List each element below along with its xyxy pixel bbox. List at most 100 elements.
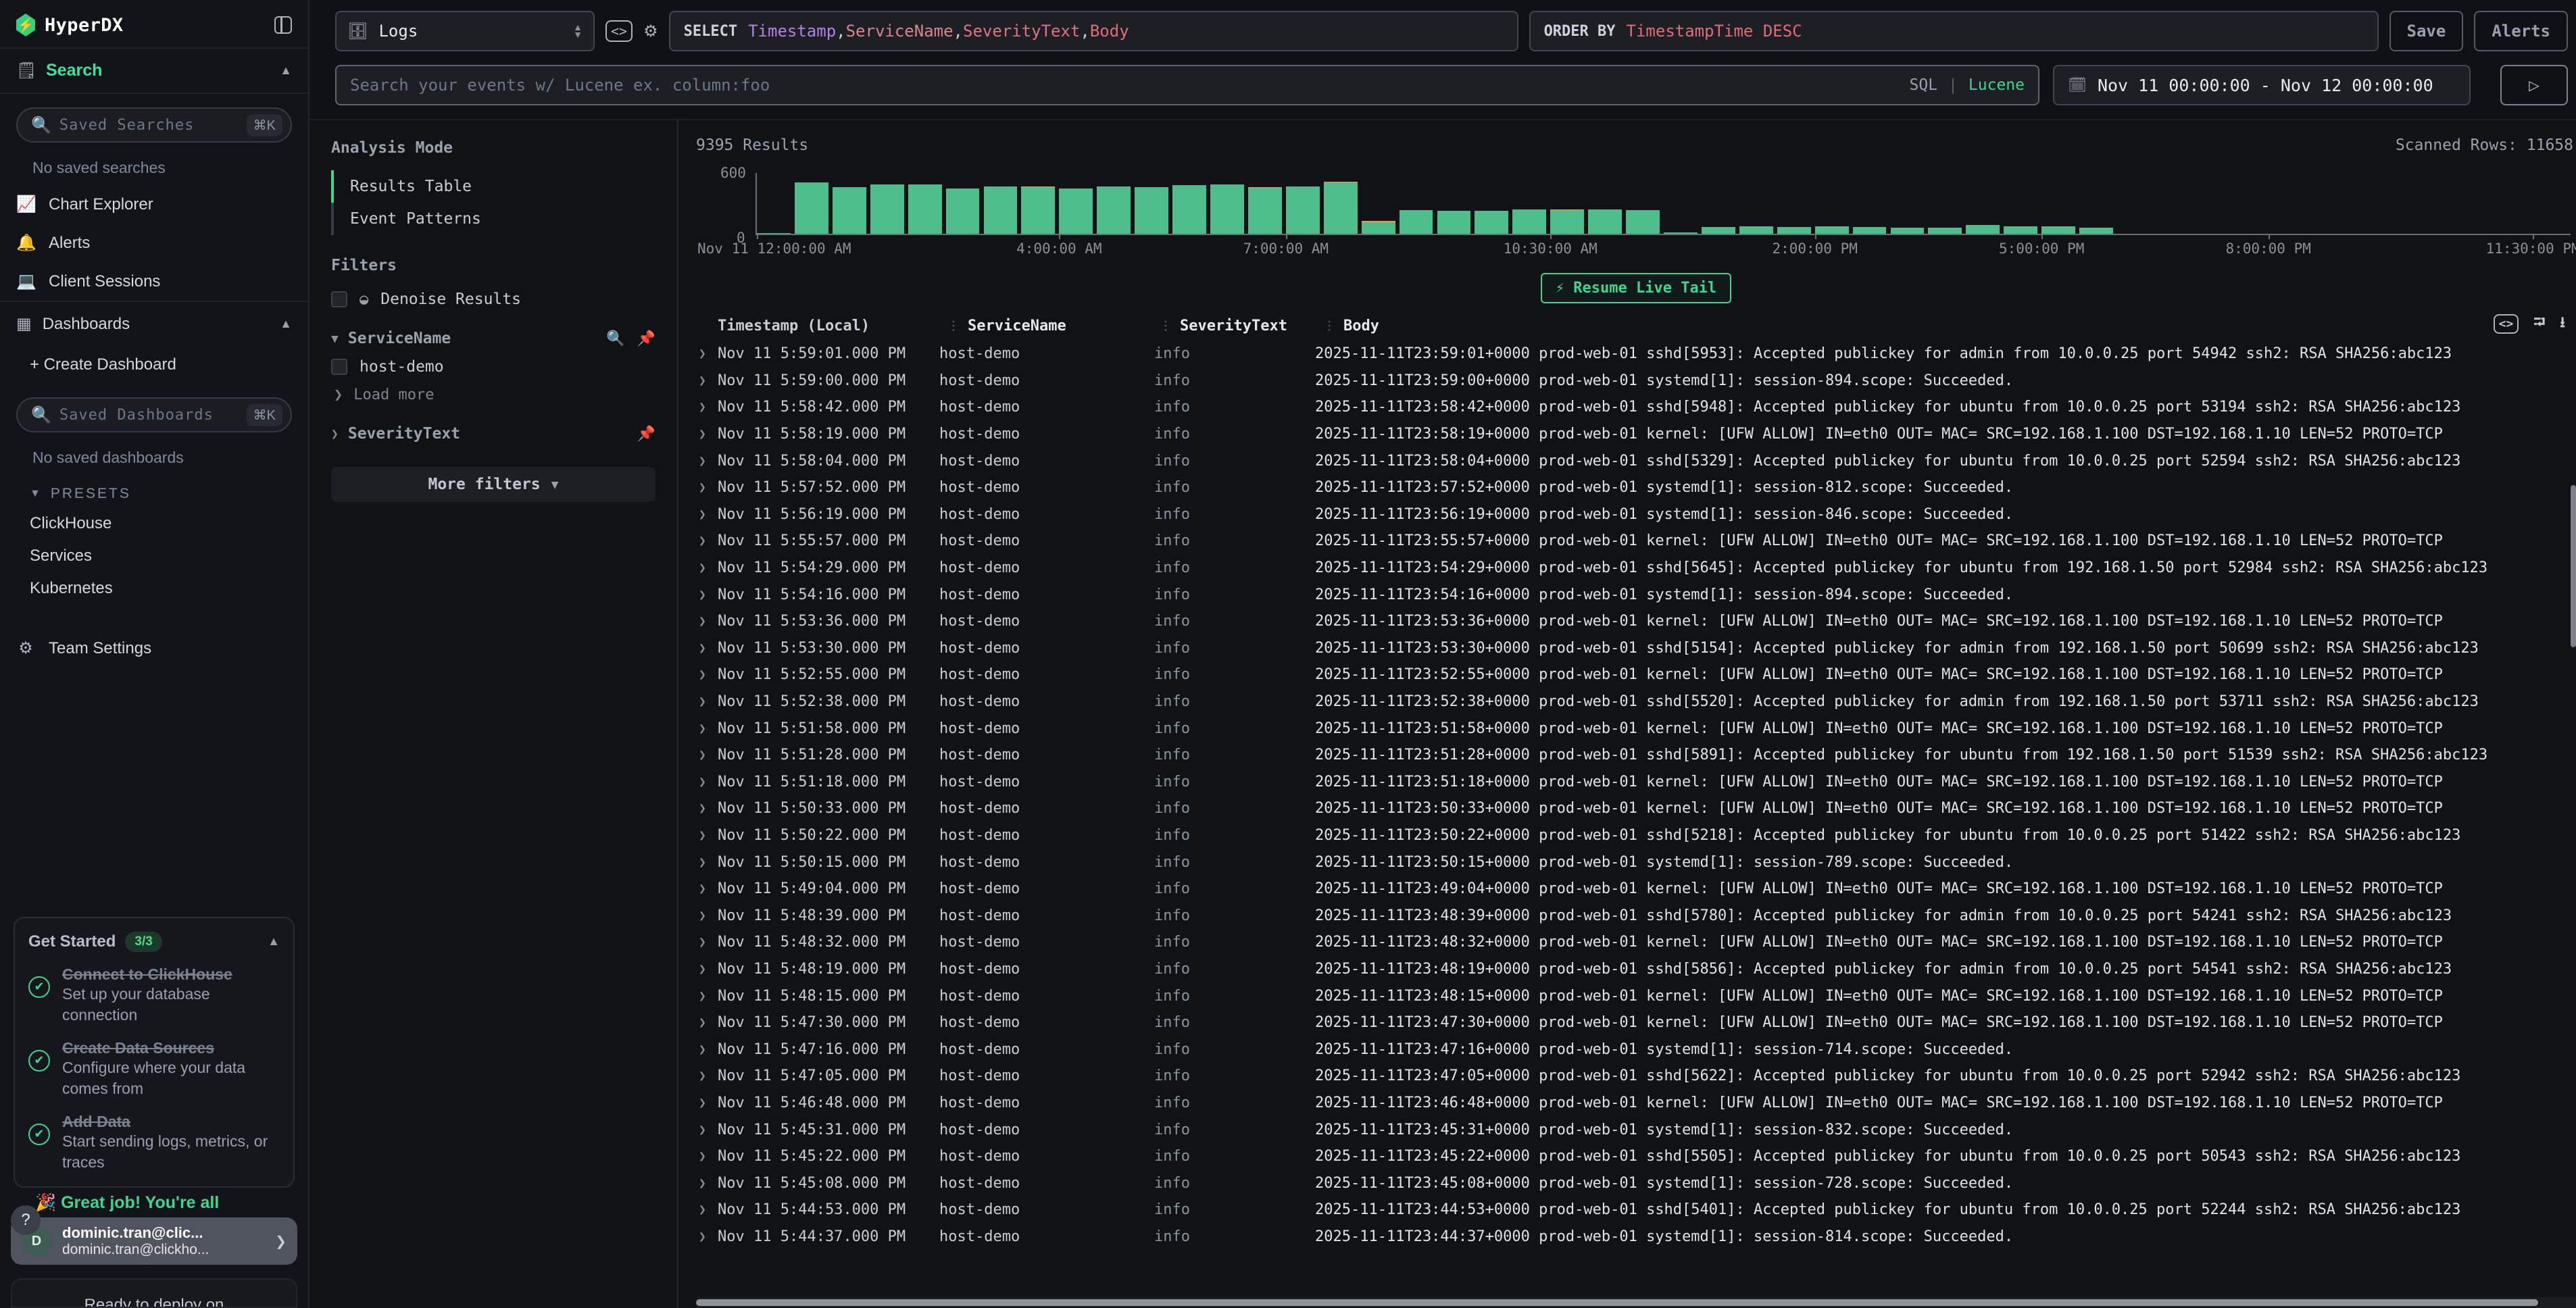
- load-more-button[interactable]: ❯ Load more: [334, 386, 655, 403]
- sidebar-item-search[interactable]: 🗒 Search ▲: [0, 47, 308, 94]
- row-expand-icon[interactable]: ❯: [696, 882, 718, 896]
- histogram-bar[interactable]: [2079, 228, 2113, 234]
- scrollbar-thumb[interactable]: [696, 1299, 2538, 1306]
- table-row[interactable]: ❯Nov 11 5:47:30.000 PMhost-demoinfo2025-…: [696, 1009, 2576, 1036]
- chevron-up-icon[interactable]: ▲: [280, 64, 292, 78]
- table-row[interactable]: ❯Nov 11 5:46:48.000 PMhost-demoinfo2025-…: [696, 1090, 2576, 1117]
- servicename-filter-group[interactable]: ▼ ServiceName 🔍 📌: [331, 330, 655, 347]
- alerts-button[interactable]: Alerts: [2474, 11, 2568, 51]
- row-expand-icon[interactable]: ❯: [696, 427, 718, 441]
- column-drag-handle[interactable]: ⋮: [1323, 319, 1335, 333]
- sidebar-collapse-icon[interactable]: [274, 16, 292, 34]
- histogram-bar[interactable]: [1248, 188, 1282, 234]
- sidebar-item-chart-explorer[interactable]: 📈 Chart Explorer: [0, 185, 308, 224]
- histogram-bar[interactable]: [1928, 228, 1962, 234]
- histogram-bar[interactable]: [908, 184, 942, 234]
- row-expand-icon[interactable]: ❯: [696, 641, 718, 655]
- histogram-bar[interactable]: [2004, 226, 2037, 234]
- row-expand-icon[interactable]: ❯: [696, 909, 718, 923]
- orderby-input[interactable]: ORDER BY TimestampTime DESC: [1529, 11, 2379, 51]
- row-expand-icon[interactable]: ❯: [696, 454, 718, 468]
- sidebar-item-team-settings[interactable]: ⚙ Team Settings: [0, 629, 308, 668]
- filter-checkbox[interactable]: [331, 359, 347, 375]
- analysis-mode-event-patterns[interactable]: Event Patterns: [331, 203, 655, 235]
- get-started-item[interactable]: ✔Create Data SourcesConfigure where your…: [28, 1039, 280, 1099]
- table-row[interactable]: ❯Nov 11 5:45:22.000 PMhost-demoinfo2025-…: [696, 1143, 2576, 1170]
- col-header-servicename[interactable]: ServiceName: [968, 318, 1151, 334]
- histogram-bar[interactable]: [1702, 227, 1735, 234]
- row-expand-icon[interactable]: ❯: [696, 561, 718, 575]
- row-expand-icon[interactable]: ❯: [696, 1149, 718, 1163]
- histogram-bar[interactable]: [1777, 227, 1811, 234]
- column-drag-handle[interactable]: ⋮: [1160, 319, 1172, 333]
- histogram-bar[interactable]: [870, 184, 904, 234]
- histogram-bar[interactable]: [1966, 225, 2000, 234]
- source-select[interactable]: 🗄 Logs ▲▼: [335, 11, 595, 51]
- histogram-bar[interactable]: [1021, 187, 1055, 234]
- preset-item-clickhouse[interactable]: ClickHouse: [0, 507, 308, 540]
- histogram-bar[interactable]: [1626, 210, 1660, 234]
- table-row[interactable]: ❯Nov 11 5:58:42.000 PMhost-demoinfo2025-…: [696, 394, 2576, 421]
- table-row[interactable]: ❯Nov 11 5:44:53.000 PMhost-demoinfo2025-…: [696, 1197, 2576, 1224]
- row-expand-icon[interactable]: ❯: [696, 935, 718, 949]
- table-row[interactable]: ❯Nov 11 5:55:57.000 PMhost-demoinfo2025-…: [696, 528, 2576, 555]
- row-expand-icon[interactable]: ❯: [696, 400, 718, 414]
- sidebar-item-dashboards[interactable]: ▦ Dashboards ▲: [0, 301, 308, 346]
- sql-editor-icon[interactable]: <>: [605, 20, 633, 42]
- chevron-up-icon[interactable]: ▲: [268, 934, 280, 949]
- row-expand-icon[interactable]: ❯: [696, 722, 718, 736]
- row-expand-icon[interactable]: ❯: [696, 480, 718, 495]
- vertical-scrollbar[interactable]: [2571, 485, 2576, 1294]
- table-row[interactable]: ❯Nov 11 5:44:37.000 PMhost-demoinfo2025-…: [696, 1224, 2576, 1251]
- histogram-bar[interactable]: [2041, 226, 2075, 234]
- histogram-bar[interactable]: [795, 182, 828, 234]
- row-expand-icon[interactable]: ❯: [696, 614, 718, 628]
- create-dashboard-button[interactable]: + Create Dashboard: [0, 346, 308, 384]
- user-menu[interactable]: D dominic.tran@clic... dominic.tran@clic…: [11, 1217, 297, 1265]
- table-row[interactable]: ❯Nov 11 5:54:29.000 PMhost-demoinfo2025-…: [696, 555, 2576, 582]
- table-row[interactable]: ❯Nov 11 5:52:38.000 PMhost-demoinfo2025-…: [696, 688, 2576, 715]
- download-icon[interactable]: ⭳: [2560, 311, 2565, 336]
- histogram-bar[interactable]: [1739, 226, 1773, 234]
- row-expand-icon[interactable]: ❯: [696, 748, 718, 762]
- table-row[interactable]: ❯Nov 11 5:45:08.000 PMhost-demoinfo2025-…: [696, 1169, 2576, 1197]
- histogram-bar[interactable]: [1362, 222, 1395, 234]
- presets-group-header[interactable]: ▼ PRESETS: [0, 475, 308, 507]
- histogram-bar[interactable]: [1324, 182, 1358, 234]
- saved-dashboards-input[interactable]: 🔍 Saved Dashboards ⌘K: [16, 397, 292, 432]
- row-expand-icon[interactable]: ❯: [696, 1096, 718, 1110]
- pin-icon[interactable]: 📌: [637, 426, 655, 443]
- table-row[interactable]: ❯Nov 11 5:48:19.000 PMhost-demoinfo2025-…: [696, 956, 2576, 983]
- more-filters-button[interactable]: More filters ▼: [331, 467, 655, 502]
- histogram-bar[interactable]: [1550, 210, 1584, 234]
- histogram-bar[interactable]: [1588, 209, 1622, 234]
- column-drag-handle[interactable]: ⋮: [947, 319, 960, 333]
- pin-icon[interactable]: 📌: [637, 330, 655, 347]
- table-row[interactable]: ❯Nov 11 5:58:19.000 PMhost-demoinfo2025-…: [696, 421, 2576, 448]
- row-expand-icon[interactable]: ❯: [696, 1069, 718, 1083]
- row-expand-icon[interactable]: ❯: [696, 801, 718, 815]
- table-row[interactable]: ❯Nov 11 5:50:22.000 PMhost-demoinfo2025-…: [696, 822, 2576, 849]
- select-clause-input[interactable]: SELECT Timestamp,ServiceName,SeverityTex…: [669, 11, 1518, 51]
- analysis-mode-results-table[interactable]: Results Table: [331, 170, 655, 203]
- row-expand-icon[interactable]: ❯: [696, 588, 718, 602]
- row-expand-icon[interactable]: ❯: [696, 1015, 718, 1030]
- resume-live-tail-button[interactable]: ⚡ Resume Live Tail: [1541, 273, 1731, 303]
- histogram-bar[interactable]: [1815, 226, 1849, 234]
- table-row[interactable]: ❯Nov 11 5:48:39.000 PMhost-demoinfo2025-…: [696, 902, 2576, 929]
- table-row[interactable]: ❯Nov 11 5:47:05.000 PMhost-demoinfo2025-…: [696, 1063, 2576, 1090]
- denoise-checkbox[interactable]: [331, 291, 347, 307]
- run-query-button[interactable]: ▷: [2500, 65, 2568, 105]
- table-row[interactable]: ❯Nov 11 5:57:52.000 PMhost-demoinfo2025-…: [696, 474, 2576, 501]
- table-row[interactable]: ❯Nov 11 5:53:30.000 PMhost-demoinfo2025-…: [696, 635, 2576, 662]
- histogram-bar[interactable]: [1664, 232, 1698, 234]
- table-row[interactable]: ❯Nov 11 5:51:18.000 PMhost-demoinfo2025-…: [696, 769, 2576, 796]
- row-expand-icon[interactable]: ❯: [696, 962, 718, 976]
- save-button[interactable]: Save: [2389, 11, 2464, 51]
- histogram-bar[interactable]: [1135, 187, 1168, 234]
- table-row[interactable]: ❯Nov 11 5:59:01.000 PMhost-demoinfo2025-…: [696, 341, 2576, 368]
- histogram-bar[interactable]: [1286, 186, 1320, 234]
- text-wrap-icon[interactable]: ⮒: [2533, 311, 2545, 336]
- histogram-bar[interactable]: [1097, 186, 1131, 234]
- table-row[interactable]: ❯Nov 11 5:51:58.000 PMhost-demoinfo2025-…: [696, 715, 2576, 742]
